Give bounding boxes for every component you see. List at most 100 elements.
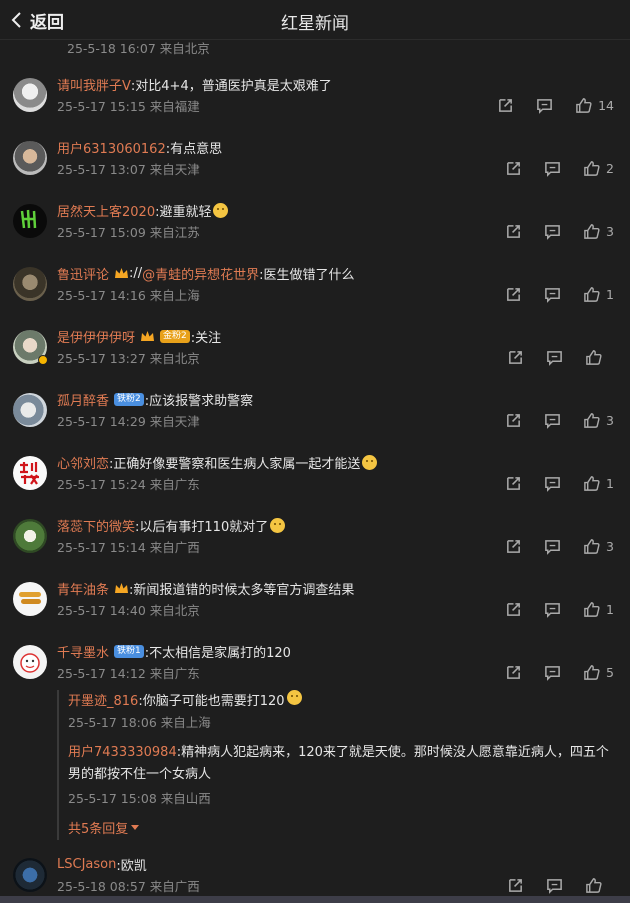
avatar[interactable]: [13, 78, 47, 112]
username[interactable]: LSCJason: [57, 857, 116, 872]
username[interactable]: 孤月醉香: [57, 390, 109, 409]
comment-button[interactable]: [544, 601, 561, 618]
username[interactable]: 千寻墨水: [57, 642, 109, 661]
like-icon: [586, 349, 602, 365]
like-button[interactable]: 5: [583, 664, 614, 681]
like-icon: [584, 601, 600, 617]
reply-username[interactable]: 开墨迹_816: [68, 694, 138, 709]
like-button[interactable]: 3: [583, 538, 614, 555]
comment-actions: 1: [483, 598, 614, 620]
username[interactable]: 居然天上客2020: [57, 201, 155, 220]
comment-item: 落蕊下的微笑:以后有事打110就对了 25-5-17 15:14 来自广西 3: [0, 514, 630, 577]
like-icon: [584, 412, 600, 428]
comment-button[interactable]: [544, 475, 561, 492]
comment-button[interactable]: [544, 412, 561, 429]
comment-actions: 3: [483, 220, 614, 242]
avatar[interactable]: [13, 267, 47, 301]
like-button[interactable]: [585, 349, 614, 366]
comment-text: :避重就轻: [155, 204, 212, 220]
comment-actions: [485, 346, 614, 368]
like-button[interactable]: 1: [583, 286, 614, 303]
username[interactable]: 鲁迅评论: [57, 264, 109, 283]
comment-meta: 25-5-17 15:09 来自江苏: [57, 224, 200, 240]
share-icon: [509, 878, 522, 892]
username[interactable]: 心邻刘恋: [57, 453, 109, 472]
share-button[interactable]: [505, 412, 522, 429]
crown-badge-icon: [115, 267, 129, 278]
comment-button[interactable]: [544, 286, 561, 303]
avatar[interactable]: [13, 393, 47, 427]
avatar[interactable]: [13, 519, 47, 553]
comment-button[interactable]: [544, 538, 561, 555]
crown-badge-icon: [141, 330, 155, 341]
share-button[interactable]: [507, 877, 524, 894]
like-count: 2: [606, 160, 614, 176]
comment-meta: 25-5-18 08:57 来自广西: [57, 878, 200, 894]
comment-button[interactable]: [546, 877, 563, 894]
username[interactable]: 是伊伊伊伊呀: [57, 327, 135, 346]
reply-thread: 开墨迹_816:你脑子可能也需要打120 25-5-17 18:06 来自上海 …: [57, 690, 617, 840]
more-replies-link[interactable]: 共5条回复: [68, 818, 140, 837]
reply-username[interactable]: 用户7433330984: [68, 745, 177, 760]
like-button[interactable]: 3: [583, 223, 614, 240]
like-icon: [584, 286, 600, 302]
share-icon: [507, 413, 520, 427]
share-button[interactable]: [505, 664, 522, 681]
share-icon: [507, 161, 520, 175]
mention-link[interactable]: @青蛙的异想花世界: [142, 264, 259, 283]
comment-button[interactable]: [546, 349, 563, 366]
comment-icon: [537, 98, 552, 114]
avatar[interactable]: [13, 858, 47, 892]
avatar[interactable]: [13, 330, 48, 365]
emoji-icon: [270, 517, 286, 533]
comment-meta: 25-5-17 14:29 来自天津: [57, 413, 200, 429]
avatar[interactable]: [13, 456, 47, 490]
username[interactable]: 落蕊下的微笑: [57, 516, 135, 535]
comment-text: :医生做错了什么: [259, 267, 355, 283]
like-button[interactable]: 1: [583, 601, 614, 618]
comment-meta: 25-5-17 14:16 来自上海: [57, 287, 200, 303]
avatar[interactable]: [13, 204, 47, 238]
share-button[interactable]: [497, 97, 514, 114]
comment-actions: 5: [483, 661, 614, 683]
avatar[interactable]: [13, 582, 47, 616]
share-button[interactable]: [507, 349, 524, 366]
comment-text: :新闻报道错的时候太多等官方调查结果: [129, 582, 355, 598]
like-button[interactable]: [585, 877, 614, 894]
avatar[interactable]: [13, 141, 47, 175]
comment-meta: 25-5-17 15:24 来自广东: [57, 476, 200, 492]
more-replies-label: 共5条回复: [68, 822, 129, 837]
share-button[interactable]: [505, 160, 522, 177]
like-button[interactable]: 14: [575, 97, 614, 114]
comment-actions: 14: [475, 94, 614, 116]
like-button[interactable]: 2: [583, 160, 614, 177]
username[interactable]: 用户6313060162: [57, 138, 166, 157]
like-count: 3: [606, 412, 614, 428]
share-button[interactable]: [505, 223, 522, 240]
like-button[interactable]: 3: [583, 412, 614, 429]
share-button[interactable]: [505, 475, 522, 492]
comment-item: 居然天上客2020:避重就轻 25-5-17 15:09 来自江苏 3: [0, 199, 630, 262]
share-icon: [507, 602, 520, 616]
share-button[interactable]: [505, 286, 522, 303]
share-button[interactable]: [505, 601, 522, 618]
cartoon-avatar-icon: [20, 653, 40, 673]
share-icon: [507, 665, 520, 679]
comment-button[interactable]: [544, 664, 561, 681]
like-count: 1: [606, 286, 614, 302]
username[interactable]: 青年油条: [57, 579, 109, 598]
emoji-icon: [286, 690, 302, 705]
comment-button[interactable]: [544, 160, 561, 177]
share-button[interactable]: [505, 538, 522, 555]
youtiao-avatar-icon: [19, 592, 41, 604]
username[interactable]: 请叫我胖子V: [57, 75, 131, 94]
comment-meta: 25-5-17 13:27 来自北京: [57, 350, 200, 366]
comment-text: :正确好像要警察和医生病人家属一起才能送: [109, 456, 361, 472]
comment-actions: 1: [483, 472, 614, 494]
like-button[interactable]: 1: [583, 475, 614, 492]
comment-button[interactable]: [544, 223, 561, 240]
comment-meta: 25-5-17 15:14 来自广西: [57, 539, 200, 555]
comment-text: :以后有事打110就对了: [135, 519, 269, 535]
avatar[interactable]: [13, 645, 47, 679]
comment-button[interactable]: [536, 97, 553, 114]
